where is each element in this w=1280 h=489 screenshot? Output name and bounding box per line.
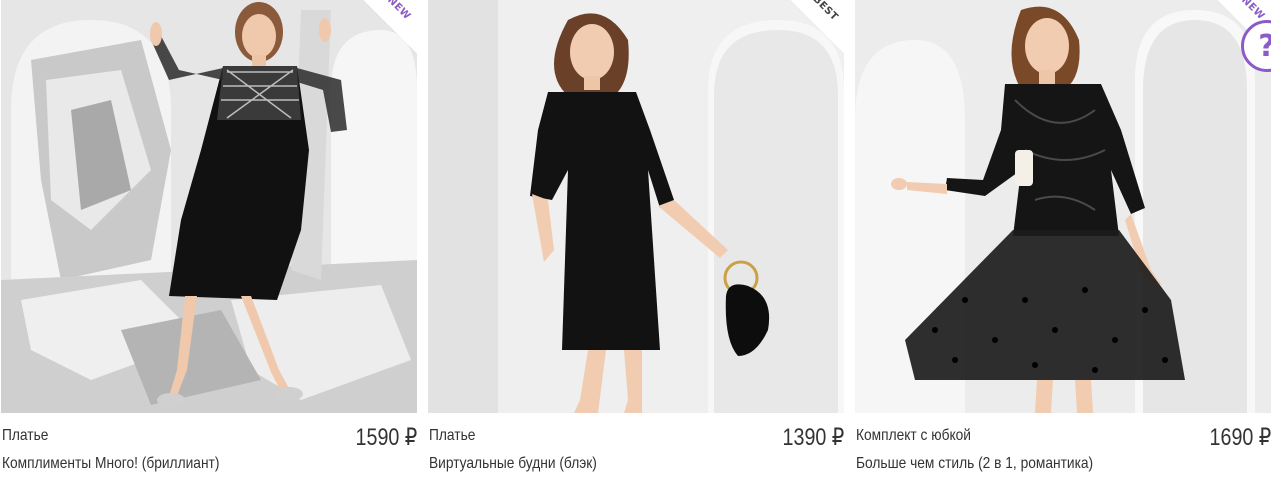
product-price: 1390 ₽ bbox=[782, 424, 844, 451]
product-image[interactable]: NEW bbox=[1, 0, 417, 413]
product-info: Комплект с юбкой Больше чем стиль (2 в 1… bbox=[855, 413, 1271, 489]
product-image[interactable]: BEST bbox=[428, 0, 844, 413]
product-name[interactable]: Комплименты Много! (бриллиант) bbox=[2, 455, 219, 473]
product-info: Платье Комплименты Много! (бриллиант) 15… bbox=[1, 413, 417, 489]
product-card[interactable]: NEW Платье Комплименты Много! (бриллиант… bbox=[1, 0, 417, 489]
product-card[interactable]: BEST Платье Виртуальные будни (блэк) 139… bbox=[428, 0, 844, 489]
product-grid: NEW Платье Комплименты Много! (бриллиант… bbox=[0, 0, 1280, 489]
product-category: Комплект с юбкой bbox=[856, 427, 971, 444]
product-category: Платье bbox=[2, 427, 49, 444]
product-photo-illustration bbox=[428, 0, 844, 413]
product-price: 1690 ₽ bbox=[1209, 424, 1271, 451]
product-name[interactable]: Больше чем стиль (2 в 1, романтика) bbox=[856, 455, 1093, 473]
product-card[interactable]: NEW ? Комплект с юбкой Больше чем стиль … bbox=[855, 0, 1271, 489]
product-image[interactable]: NEW ? bbox=[855, 0, 1271, 413]
product-name[interactable]: Виртуальные будни (блэк) bbox=[429, 455, 597, 473]
product-photo-illustration bbox=[1, 0, 417, 413]
product-category: Платье bbox=[429, 427, 476, 444]
product-photo-illustration bbox=[855, 0, 1271, 413]
product-price: 1590 ₽ bbox=[355, 424, 417, 451]
product-info: Платье Виртуальные будни (блэк) 1390 ₽ bbox=[428, 413, 844, 489]
